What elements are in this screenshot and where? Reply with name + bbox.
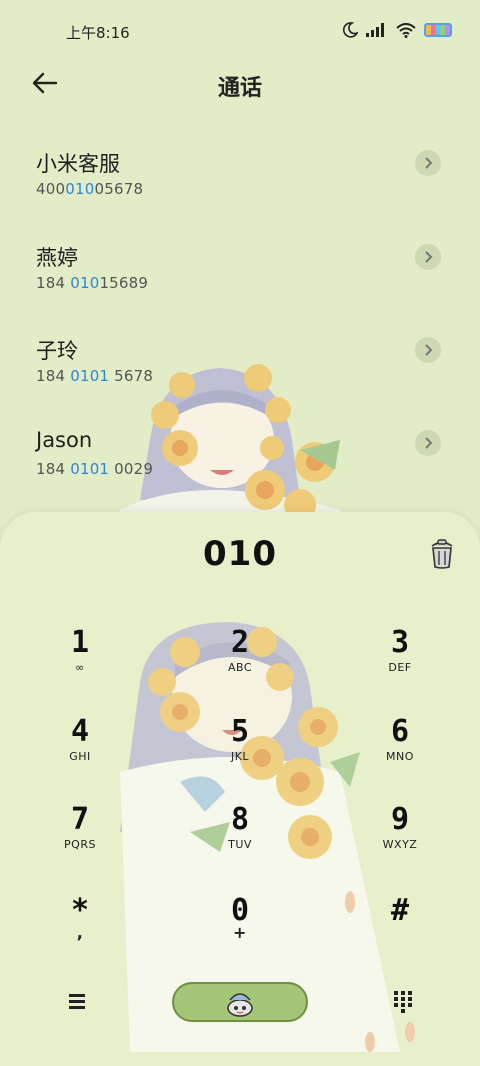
- contact-item[interactable]: 子玲 184 0101 5678: [0, 335, 480, 425]
- key-8[interactable]: 8 TUV: [195, 804, 285, 874]
- contact-item[interactable]: 燕婷 184 01015689: [0, 242, 480, 332]
- dialpad-toggle-button[interactable]: [388, 986, 418, 1016]
- moon-icon: [342, 22, 358, 38]
- voicemail-icon: ∞: [75, 661, 85, 674]
- contact-name: 小米客服: [36, 152, 120, 176]
- trash-icon: [431, 539, 453, 569]
- status-time: 上午8:16: [66, 24, 130, 42]
- delete-button[interactable]: [424, 536, 460, 572]
- key-2[interactable]: 2 ABC: [195, 627, 285, 697]
- status-icons: [342, 22, 452, 38]
- menu-icon: [69, 994, 85, 1009]
- contact-name: 子玲: [36, 339, 78, 363]
- dialpad-icon: [394, 991, 412, 1013]
- key-3[interactable]: 3 DEF: [355, 627, 445, 697]
- contact-name: 燕婷: [36, 246, 78, 270]
- chevron-right-icon[interactable]: [415, 244, 441, 270]
- dialer-sheet: 010 1 ∞ 2 ABC 3 DEF 4 GHI 5 JKL 6 MNO 7 PQRS 8T…: [0, 512, 480, 1066]
- wifi-icon: [396, 22, 416, 38]
- key-hash[interactable]: #: [355, 895, 445, 965]
- contact-number: 40001005678: [36, 180, 144, 198]
- contact-name: Jason: [36, 428, 93, 452]
- status-bar: 上午8:16: [0, 0, 480, 60]
- key-6[interactable]: 6 MNO: [355, 716, 445, 786]
- key-0[interactable]: 0 +: [195, 895, 285, 965]
- phone-icon: [227, 993, 253, 1017]
- chevron-right-icon[interactable]: [415, 430, 441, 456]
- contact-number: 184 0101 0029: [36, 460, 154, 478]
- page-title: 通话: [217, 76, 262, 101]
- battery-icon: [424, 23, 452, 37]
- chevron-right-icon[interactable]: [415, 150, 441, 176]
- key-4[interactable]: 4 GHI: [35, 716, 125, 786]
- contact-number: 184 0101 5678: [36, 367, 154, 385]
- menu-button[interactable]: [62, 986, 92, 1016]
- key-1[interactable]: 1 ∞: [35, 627, 125, 697]
- key-9[interactable]: 9 WXYZ: [355, 804, 445, 874]
- key-7[interactable]: 7 PQRS: [35, 804, 125, 874]
- key-5[interactable]: 5 JKL: [195, 716, 285, 786]
- key-star[interactable]: *,: [35, 895, 125, 965]
- contact-number: 184 01015689: [36, 274, 149, 292]
- signal-icon: [366, 23, 388, 37]
- contact-item[interactable]: Jason 184 0101 0029: [0, 428, 480, 518]
- contact-item[interactable]: 小米客服 40001005678: [0, 148, 480, 238]
- header: 通话: [0, 60, 480, 110]
- call-button[interactable]: [172, 982, 308, 1022]
- dial-display: 010: [203, 534, 277, 574]
- chevron-right-icon[interactable]: [415, 337, 441, 363]
